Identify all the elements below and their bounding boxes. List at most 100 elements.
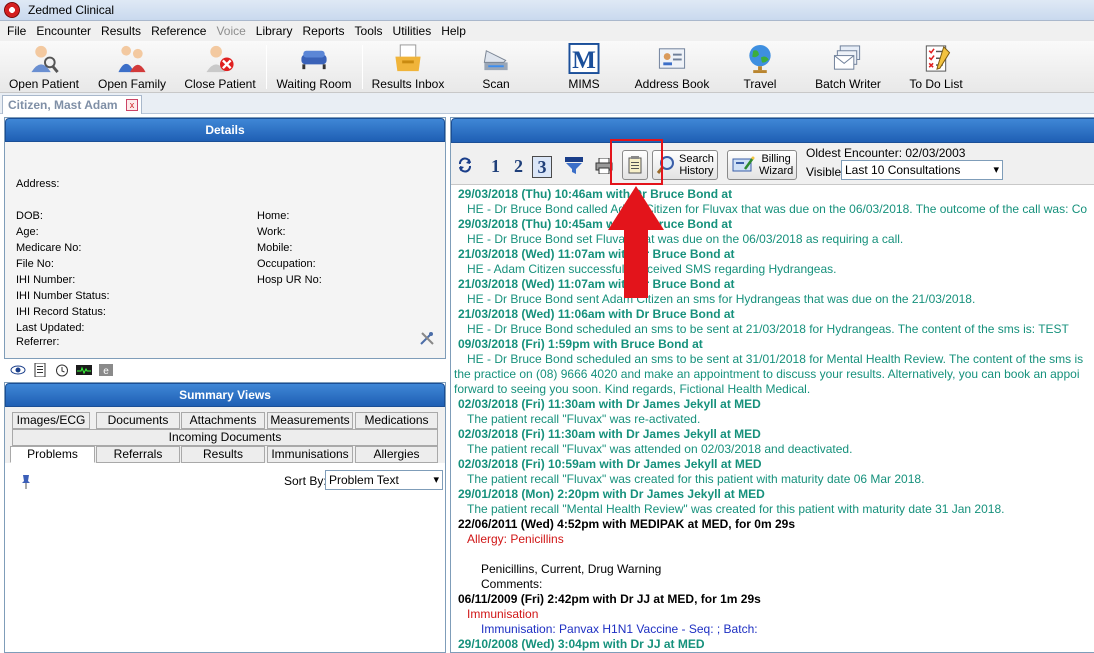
tab-referrals[interactable]: Referrals bbox=[96, 446, 180, 463]
oldest-encounter-label: Oldest Encounter: 02/03/2003 bbox=[806, 146, 966, 160]
open-patient-label: Open Patient bbox=[8, 77, 80, 91]
billing-wizard-label-line1: Billing bbox=[761, 153, 791, 165]
refresh-icon[interactable] bbox=[457, 157, 473, 173]
mims-logo-icon: M bbox=[568, 43, 600, 74]
history-list[interactable]: 29/03/2018 (Thu) 10:46am with Dr Bruce B… bbox=[453, 187, 1094, 653]
history-entry-line: HE - Dr Bruce Bond called Adam Citizen f… bbox=[467, 202, 1088, 216]
medicare-label: Medicare No: bbox=[16, 242, 82, 254]
billing-wizard-label-line2: Wizard bbox=[759, 165, 794, 177]
open-family-icon bbox=[118, 45, 146, 73]
open-family-label: Open Family bbox=[97, 77, 167, 91]
document-icon[interactable] bbox=[32, 363, 48, 377]
filter-icon[interactable] bbox=[565, 157, 583, 175]
tab-images-ecg[interactable]: Images/ECG bbox=[12, 412, 90, 429]
tab-documents[interactable]: Documents bbox=[96, 412, 180, 429]
billing-wizard-button[interactable]: Billing Wizard bbox=[727, 150, 797, 180]
home-phone-label: Home: bbox=[257, 210, 290, 222]
ihi-status-label: IHI Number Status: bbox=[16, 290, 110, 302]
address-label: Address: bbox=[16, 178, 60, 190]
mims-button[interactable]: M MIMS bbox=[558, 43, 610, 91]
patient-tab-strip: Citizen, Mast Adam x bbox=[0, 93, 1094, 114]
alarm-clock-icon[interactable] bbox=[54, 363, 70, 377]
history-panel: 1 2 3 Search History Billing Wizard Olde… bbox=[450, 117, 1094, 653]
history-entry-line: HE - Dr Bruce Bond set Fluvax that was d… bbox=[467, 232, 904, 246]
globe-icon bbox=[749, 44, 771, 74]
menu-tools[interactable]: Tools bbox=[350, 22, 388, 40]
menu-file[interactable]: File bbox=[2, 22, 31, 40]
menu-reports[interactable]: Reports bbox=[297, 22, 349, 40]
tab-measurements[interactable]: Measurements bbox=[267, 412, 353, 429]
tab-problems[interactable]: Problems bbox=[10, 446, 95, 463]
e-health-icon[interactable]: e bbox=[98, 363, 114, 377]
tab-incoming-documents[interactable]: Incoming Documents bbox=[12, 429, 438, 446]
menu-bar: File Encounter Results Reference Voice L… bbox=[0, 21, 1094, 41]
ecg-monitor-icon[interactable] bbox=[76, 363, 92, 377]
history-entry-line: HE - Dr Bruce Bond scheduled an sms to b… bbox=[467, 352, 1084, 366]
patient-tab[interactable]: Citizen, Mast Adam x bbox=[2, 95, 142, 114]
eye-icon[interactable] bbox=[10, 363, 26, 377]
file-no-label: File No: bbox=[16, 258, 54, 270]
tab-medications[interactable]: Medications bbox=[355, 412, 438, 429]
menu-library[interactable]: Library bbox=[251, 22, 298, 40]
visible-label: Visible: bbox=[806, 165, 845, 179]
open-patient-button[interactable]: Open Patient bbox=[8, 43, 80, 91]
tab-immunisations[interactable]: Immunisations bbox=[267, 446, 353, 463]
history-entry-header: 09/03/2018 (Fri) 1:59pm with Bruce Bond … bbox=[458, 337, 703, 351]
menu-utilities[interactable]: Utilities bbox=[388, 22, 437, 40]
history-entry-line: The patient recall "Fluvax" was attended… bbox=[467, 442, 853, 456]
history-entry-line: Immunisation: Panvax H1N1 Vaccine - Seq:… bbox=[481, 622, 758, 636]
menu-help[interactable]: Help bbox=[436, 22, 471, 40]
scan-button[interactable]: Scan bbox=[470, 43, 522, 91]
pin-icon[interactable] bbox=[21, 475, 31, 489]
menu-results[interactable]: Results bbox=[96, 22, 146, 40]
history-entry-header: 02/03/2018 (Fri) 11:30am with Dr James J… bbox=[458, 427, 761, 441]
visible-consultations-select[interactable]: Last 10 Consultations bbox=[841, 160, 1003, 180]
results-inbox-icon bbox=[395, 44, 421, 72]
close-patient-button[interactable]: Close Patient bbox=[184, 43, 256, 91]
waiting-room-icon bbox=[301, 50, 327, 70]
batch-writer-button[interactable]: Batch Writer bbox=[810, 43, 886, 91]
work-phone-label: Work: bbox=[257, 226, 286, 238]
tab-results[interactable]: Results bbox=[181, 446, 265, 463]
ihi-number-label: IHI Number: bbox=[16, 274, 76, 286]
history-panel-header bbox=[451, 118, 1094, 143]
mobile-label: Mobile: bbox=[257, 242, 293, 254]
history-entry-line: forward to seeing you soon. Kind regards… bbox=[454, 382, 811, 396]
results-inbox-button[interactable]: Results Inbox bbox=[370, 43, 446, 91]
title-bar: Zedmed Clinical bbox=[0, 0, 1094, 21]
mims-logo-letter: M bbox=[572, 47, 596, 74]
history-entry-header: 21/03/2018 (Wed) 11:07am with Dr Bruce B… bbox=[458, 247, 735, 261]
edit-tools-icon[interactable] bbox=[419, 330, 435, 346]
waiting-room-button[interactable]: Waiting Room bbox=[274, 43, 354, 91]
menu-voice[interactable]: Voice bbox=[211, 22, 250, 40]
sort-by-select[interactable]: Problem Text bbox=[325, 470, 443, 490]
mims-label: MIMS bbox=[568, 77, 600, 91]
age-label: Age: bbox=[16, 226, 39, 238]
open-family-button[interactable]: Open Family bbox=[96, 43, 168, 91]
todo-list-label: To Do List bbox=[909, 77, 963, 91]
menu-reference[interactable]: Reference bbox=[146, 22, 211, 40]
patient-tab-label: Citizen, Mast Adam bbox=[8, 98, 118, 112]
history-entry-header: 29/10/2008 (Wed) 3:04pm with Dr JJ at ME… bbox=[458, 637, 705, 651]
search-history-label-line1: Search bbox=[679, 153, 714, 165]
window-title: Zedmed Clinical bbox=[28, 3, 115, 17]
menu-encounter[interactable]: Encounter bbox=[31, 22, 96, 40]
history-entry-line: HE - Dr Bruce Bond sent Adam Citizen an … bbox=[467, 292, 976, 306]
tab-attachments[interactable]: Attachments bbox=[181, 412, 265, 429]
ihi-record-label: IHI Record Status: bbox=[16, 306, 106, 318]
summary-views-title: Summary Views bbox=[5, 383, 445, 407]
address-book-button[interactable]: Address Book bbox=[634, 43, 710, 91]
history-entry-line: Comments: bbox=[481, 577, 543, 591]
history-entry-line: Allergy: Penicillins bbox=[467, 532, 564, 546]
batch-writer-icon bbox=[833, 45, 861, 70]
scan-label: Scan bbox=[482, 77, 510, 91]
toolbar-separator bbox=[266, 45, 267, 89]
todo-list-button[interactable]: To Do List bbox=[904, 43, 968, 91]
history-toolbar: 1 2 3 Search History Billing Wizard Olde… bbox=[451, 143, 1094, 185]
tab-allergies[interactable]: Allergies bbox=[355, 446, 438, 463]
view-1-button[interactable]: 1 bbox=[491, 156, 500, 177]
patient-tab-close-button[interactable]: x bbox=[126, 99, 138, 111]
view-2-button[interactable]: 2 bbox=[514, 156, 523, 177]
view-3-button[interactable]: 3 bbox=[532, 156, 552, 178]
travel-button[interactable]: Travel bbox=[736, 43, 784, 91]
